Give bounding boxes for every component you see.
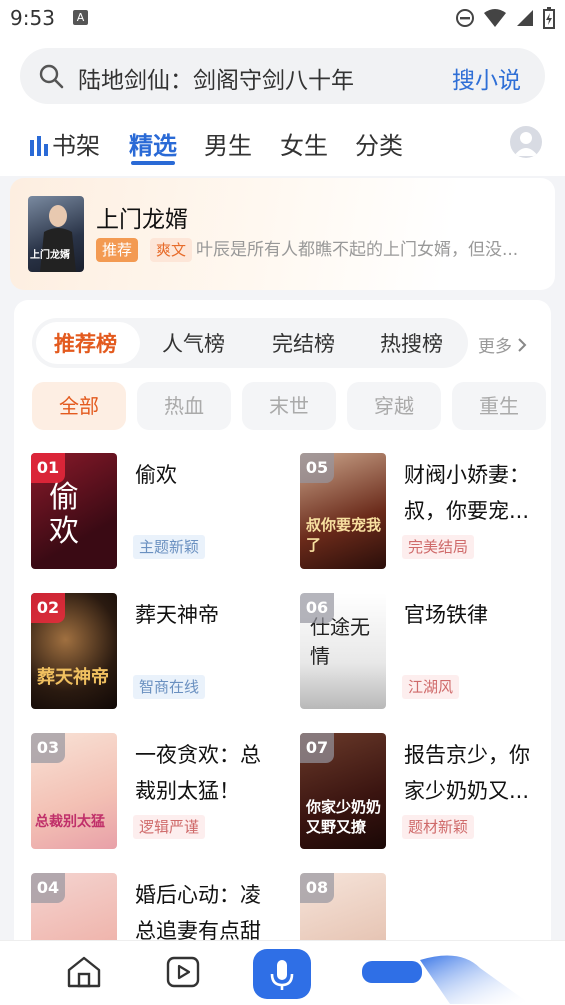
search-bar[interactable]: 陆地剑仙：剑阁守剑八十年 搜小说 <box>20 48 545 104</box>
filter-hotblood[interactable]: 热血 <box>137 382 231 430</box>
rank-tab-completed[interactable]: 完结榜 <box>272 328 335 358</box>
book-cover: 总裁别太猛 03 <box>31 733 117 849</box>
tab-underline <box>131 161 175 165</box>
tab-bookshelf[interactable]: 书架 <box>52 126 100 161</box>
book-cover: 偷欢 01 <box>31 453 117 569</box>
nav-tab-active[interactable] <box>362 961 422 983</box>
search-button[interactable]: 搜小说 <box>452 61 521 95</box>
featured-cover-title: 上门龙婿 <box>30 250 70 261</box>
rank-tab-popular[interactable]: 人气榜 <box>162 328 225 358</box>
rank-tab-recommend[interactable]: 推荐榜 <box>54 328 117 358</box>
status-time: 9:53 <box>10 6 55 30</box>
book-tag: 主题新颖 <box>133 535 206 559</box>
cover-title: 你家少奶奶又野又撩 <box>306 798 382 836</box>
featured-book-desc: 叶辰是所有人都瞧不起的上门女婿，但没... <box>196 240 519 260</box>
status-bar: 9:53 A <box>0 0 565 38</box>
voice-search-button[interactable] <box>253 949 311 999</box>
ranking-tabs: 推荐榜 人气榜 完结榜 热搜榜 <box>32 318 468 368</box>
book-tag: 江湖风 <box>402 675 460 699</box>
genre-badge: 爽文 <box>150 238 193 262</box>
microphone-icon <box>270 960 294 990</box>
book-item[interactable]: 叔你要宠我了 05 财阀小娇妻：叔，你要宠... 完美结局 <box>300 453 551 571</box>
book-title: 婚后心动：凌总追妻有点甜 <box>135 883 261 943</box>
battery-icon <box>543 7 555 29</box>
signal-icon <box>517 10 533 26</box>
book-tag: 完美结局 <box>402 535 475 559</box>
wifi-icon <box>484 9 506 27</box>
notification-icon: A <box>73 10 88 25</box>
featured-book-card[interactable]: 上门龙婿 上门龙婿 推荐 爽文 叶辰是所有人都瞧不起的上门女婿，但没... <box>10 178 555 290</box>
cover-title: 总裁别太猛 <box>35 814 105 830</box>
rank-number: 06 <box>300 593 334 623</box>
featured-book-title: 上门龙婿 <box>96 207 188 233</box>
decorative-swoosh <box>420 955 530 1004</box>
filter-rebirth[interactable]: 重生 <box>452 382 546 430</box>
dnd-icon <box>456 9 474 27</box>
video-icon[interactable] <box>165 955 201 989</box>
featured-book-cover: 上门龙婿 <box>28 196 84 272</box>
book-item[interactable]: 仕途无情 06 官场铁律 江湖风 <box>300 593 551 711</box>
book-title: 官场铁律 <box>404 603 488 627</box>
book-cover: 仕途无情 06 <box>300 593 386 709</box>
rank-tab-hot-search[interactable]: 热搜榜 <box>380 328 443 358</box>
avatar[interactable] <box>510 126 542 158</box>
chevron-right-icon <box>518 338 527 352</box>
tab-male[interactable]: 男生 <box>204 126 252 161</box>
search-area: 陆地剑仙：剑阁守剑八十年 搜小说 <box>0 38 565 114</box>
book-cover: 你家少奶奶又野又撩 07 <box>300 733 386 849</box>
book-title: 报告京少，你家少奶奶又... <box>404 743 530 803</box>
more-label: 更多 <box>478 337 512 357</box>
user-icon <box>514 132 538 156</box>
filter-time-travel[interactable]: 穿越 <box>347 382 441 430</box>
book-cover: 葬天神帝 02 <box>31 593 117 709</box>
book-title: 偷欢 <box>135 463 177 487</box>
book-tag: 题材新颖 <box>402 815 475 839</box>
tab-category[interactable]: 分类 <box>355 126 403 161</box>
book-cover: 叔你要宠我了 05 <box>300 453 386 569</box>
rank-number: 03 <box>31 733 65 763</box>
tab-featured[interactable]: 精选 <box>129 126 177 161</box>
book-item[interactable]: 你家少奶奶又野又撩 07 报告京少，你家少奶奶又... 题材新颖 <box>300 733 551 851</box>
bookshelf-icon <box>30 136 48 156</box>
search-input[interactable]: 陆地剑仙：剑阁守剑八十年 <box>78 61 354 95</box>
book-item[interactable]: 偷欢 01 偷欢 主题新颖 <box>31 453 286 571</box>
book-title: 财阀小娇妻：叔，你要宠... <box>404 463 530 523</box>
tab-female[interactable]: 女生 <box>280 126 328 161</box>
more-link[interactable]: 更多 <box>478 332 527 357</box>
book-tag: 智商在线 <box>133 675 206 699</box>
book-title: 一夜贪欢：总裁别太猛！ <box>135 743 261 803</box>
rank-number: 01 <box>31 453 65 483</box>
filter-apocalypse[interactable]: 末世 <box>242 382 336 430</box>
recommend-badge: 推荐 <box>96 238 139 262</box>
rank-number: 02 <box>31 593 65 623</box>
rank-number: 07 <box>300 733 334 763</box>
search-icon <box>39 64 64 89</box>
rank-number: 05 <box>300 453 334 483</box>
status-icons <box>455 7 555 29</box>
home-icon[interactable] <box>66 955 102 989</box>
book-title: 葬天神帝 <box>135 603 219 627</box>
cover-title: 偷欢 <box>49 480 79 549</box>
filter-all[interactable]: 全部 <box>32 382 126 430</box>
cover-title: 葬天神帝 <box>37 667 109 688</box>
book-item[interactable]: 葬天神帝 02 葬天神帝 智商在线 <box>31 593 286 711</box>
rank-number: 08 <box>300 873 334 903</box>
top-tabs: 书架 精选 男生 女生 分类 <box>0 114 565 176</box>
cover-title: 叔你要宠我了 <box>306 516 382 554</box>
book-item[interactable]: 总裁别太猛 03 一夜贪欢：总裁别太猛！ 逻辑严谨 <box>31 733 286 851</box>
book-tag: 逻辑严谨 <box>133 815 206 839</box>
rank-number: 04 <box>31 873 65 903</box>
